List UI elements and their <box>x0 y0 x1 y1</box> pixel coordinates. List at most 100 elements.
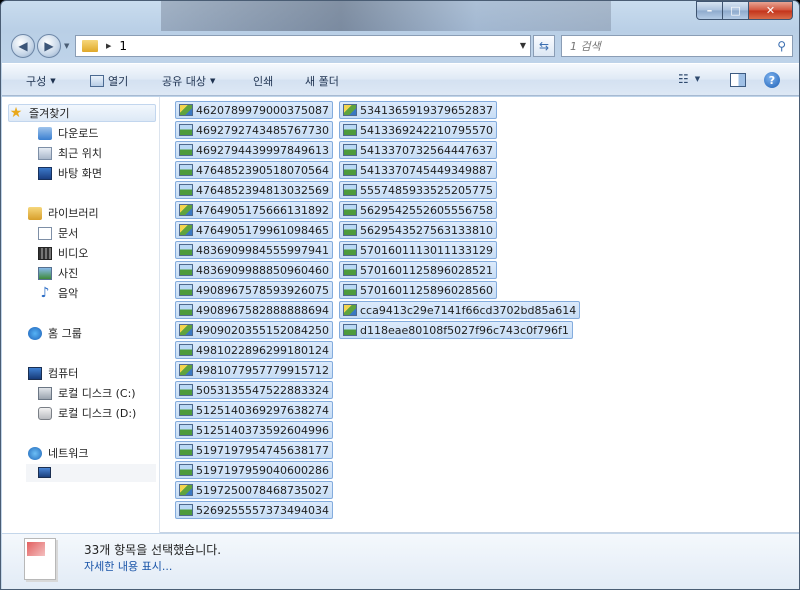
file-name: 5557485933525205775 <box>360 183 493 197</box>
nav-favorites[interactable]: ★ 즐겨찾기 <box>8 104 156 122</box>
downloads-folder-icon <box>38 126 52 140</box>
file-name: 4764852394813032569 <box>196 183 329 197</box>
video-icon <box>38 246 52 260</box>
address-bar[interactable]: ▶ 1 ▼ <box>75 35 531 57</box>
nav-label: 비디오 <box>58 247 89 260</box>
file-item[interactable]: 5413370732564447637 <box>339 141 497 159</box>
file-item[interactable]: d118eae80108f5027f96c743c0f796f1 <box>339 321 573 339</box>
image-file-icon <box>179 404 193 416</box>
file-item[interactable]: 5629543527563133810 <box>339 221 497 239</box>
file-item[interactable]: 5413370745449349887 <box>339 161 497 179</box>
file-item[interactable]: 4981022896299180124 <box>175 341 333 359</box>
image-file-icon <box>179 364 193 376</box>
file-item[interactable]: 4909020355152084250 <box>175 321 333 339</box>
image-file-icon <box>343 104 357 116</box>
file-item[interactable]: 5701601113011133129 <box>339 241 497 259</box>
file-item[interactable]: 5629542552605556758 <box>339 201 497 219</box>
search-icon[interactable]: ⚲ <box>777 39 786 53</box>
show-more-details-link[interactable]: 자세한 내용 표시... <box>84 558 172 574</box>
preview-pane-icon[interactable] <box>730 73 746 87</box>
file-item[interactable]: 5701601125896028521 <box>339 261 497 279</box>
file-item[interactable]: 5125140373592604996 <box>175 421 333 439</box>
documents-icon <box>38 226 52 240</box>
print-button[interactable]: 인쇄 <box>253 73 273 89</box>
file-item[interactable]: 4764905175666131892 <box>175 201 333 219</box>
file-item[interactable]: 5197197954745638177 <box>175 441 333 459</box>
nav-recent-places[interactable]: 최근 위치 <box>38 144 102 162</box>
nav-network[interactable]: 네트워크 <box>28 444 88 462</box>
nav-videos[interactable]: 비디오 <box>38 244 88 262</box>
explorer-window: – □ ✕ ◀ ▶ ▼ ▶ 1 ▼ ⇆ ⚲ 구성 ▼ 열기 공유 대상 ▼ <box>0 0 800 590</box>
desktop-icon <box>38 166 52 180</box>
nav-label: 로컬 디스크 (D:) <box>58 407 137 420</box>
nav-network-computer[interactable] <box>26 464 156 482</box>
file-item[interactable]: 4764852394813032569 <box>175 181 333 199</box>
file-item[interactable]: 4908967578593926075 <box>175 281 333 299</box>
file-item[interactable]: 4981077957779915712 <box>175 361 333 379</box>
refresh-button[interactable]: ⇆ <box>533 35 555 57</box>
file-item[interactable]: 4764852390518070564 <box>175 161 333 179</box>
breadcrumb-chevron-icon[interactable]: ▶ <box>106 42 111 50</box>
file-name: 4908967582888888694 <box>196 303 329 317</box>
change-view-button[interactable]: ☷ ▼ <box>678 72 700 86</box>
nav-homegroup[interactable]: 홈 그룹 <box>28 324 82 342</box>
library-icon <box>28 206 42 220</box>
file-item[interactable]: 5413369242210795570 <box>339 121 497 139</box>
nav-documents[interactable]: 문서 <box>38 224 78 242</box>
file-item[interactable]: 4836909988850960460 <box>175 261 333 279</box>
file-item[interactable]: 4692792743485767730 <box>175 121 333 139</box>
search-input[interactable] <box>570 39 770 53</box>
breadcrumb-current[interactable]: 1 <box>119 39 127 53</box>
nav-local-disk-d[interactable]: 로컬 디스크 (D:) <box>38 404 136 422</box>
nav-local-disk-c[interactable]: 로컬 디스크 (C:) <box>38 384 136 402</box>
address-dropdown-icon[interactable]: ▼ <box>520 41 526 50</box>
file-item[interactable]: 5125140369297638274 <box>175 401 333 419</box>
file-item[interactable]: 5269255557373494034 <box>175 501 333 519</box>
system-drive-icon <box>38 386 52 400</box>
share-with-button[interactable]: 공유 대상 ▼ <box>162 73 215 89</box>
search-box[interactable]: ⚲ <box>561 35 793 57</box>
nav-music[interactable]: ♪ 음악 <box>38 284 79 302</box>
nav-label: 컴퓨터 <box>48 367 79 380</box>
image-file-icon <box>179 164 193 176</box>
file-item[interactable]: 5053135547522883324 <box>175 381 333 399</box>
nav-computer[interactable]: 컴퓨터 <box>28 364 78 382</box>
forward-button[interactable]: ▶ <box>37 34 61 58</box>
close-button[interactable]: ✕ <box>749 1 793 20</box>
view-list-icon: ☷ <box>678 72 689 86</box>
dropdown-arrow-icon: ▼ <box>50 77 56 85</box>
file-name: 5413370732564447637 <box>360 143 493 157</box>
file-item[interactable]: 4620789979000375087 <box>175 101 333 119</box>
file-name: 4764905175666131892 <box>196 203 329 217</box>
image-file-icon <box>343 204 357 216</box>
file-item[interactable]: 4836909984555997941 <box>175 241 333 259</box>
nav-pictures[interactable]: 사진 <box>38 264 78 282</box>
maximize-button[interactable]: □ <box>723 1 749 20</box>
file-item[interactable]: 5197250078468735027 <box>175 481 333 499</box>
music-note-icon: ♪ <box>40 284 50 301</box>
star-icon: ★ <box>9 104 23 121</box>
homegroup-icon <box>28 326 42 340</box>
image-file-icon <box>179 284 193 296</box>
nav-label: 라이브러리 <box>48 207 99 220</box>
organize-button[interactable]: 구성 ▼ <box>26 73 56 89</box>
forward-arrow-icon: ▶ <box>44 39 54 53</box>
minimize-button[interactable]: – <box>696 1 723 20</box>
file-item[interactable]: 5341365919379652837 <box>339 101 497 119</box>
file-item[interactable]: 4764905179961098465 <box>175 221 333 239</box>
file-item[interactable]: 4908967582888888694 <box>175 301 333 319</box>
nav-libraries[interactable]: 라이브러리 <box>28 204 99 222</box>
open-button[interactable]: 열기 <box>90 73 128 89</box>
file-item[interactable]: 4692794439997849613 <box>175 141 333 159</box>
nav-desktop[interactable]: 바탕 화면 <box>38 164 102 182</box>
recent-pages-dropdown-icon[interactable]: ▼ <box>64 42 69 50</box>
file-item[interactable]: cca9413c29e7141f66cd3702bd85a614 <box>339 301 581 319</box>
nav-label: 즐겨찾기 <box>29 107 70 120</box>
file-item[interactable]: 5701601125896028560 <box>339 281 497 299</box>
file-item[interactable]: 5557485933525205775 <box>339 181 497 199</box>
file-item[interactable]: 5197197959040600286 <box>175 461 333 479</box>
new-folder-button[interactable]: 새 폴더 <box>305 73 339 89</box>
help-icon[interactable]: ? <box>764 72 780 88</box>
back-button[interactable]: ◀ <box>11 34 35 58</box>
nav-downloads[interactable]: 다운로드 <box>38 124 98 142</box>
